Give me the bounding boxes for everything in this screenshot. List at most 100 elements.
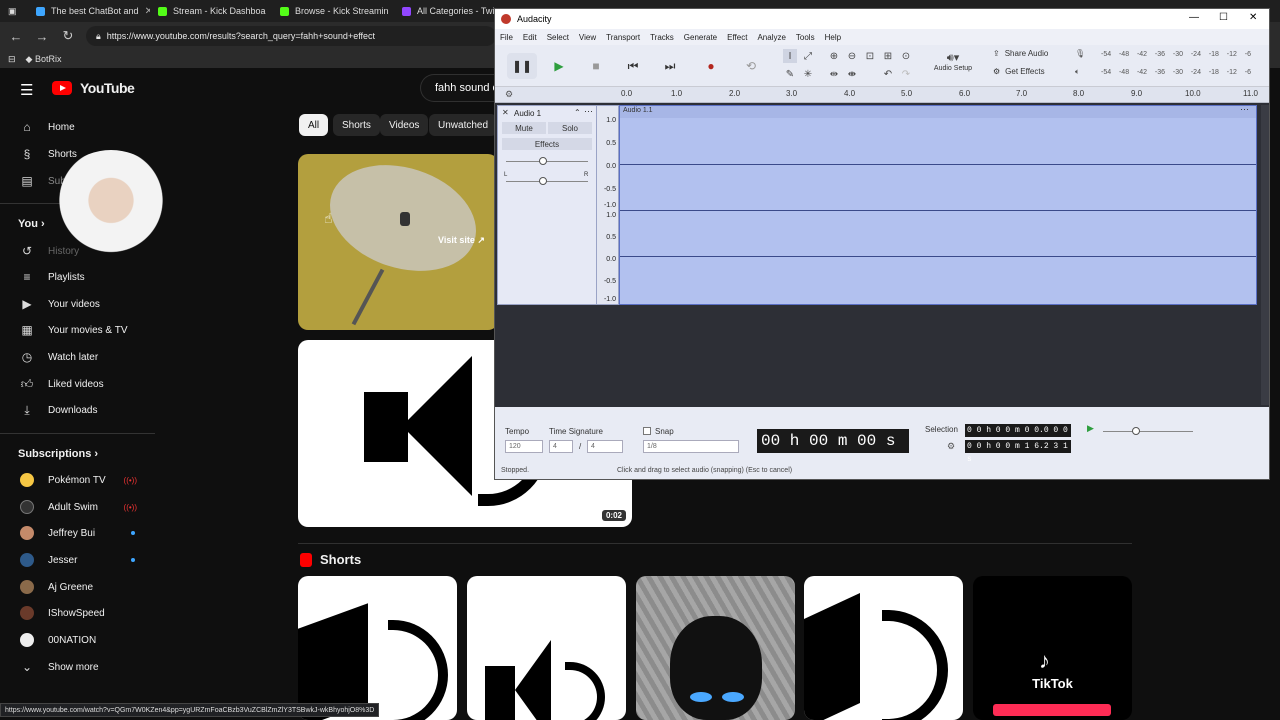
selection-start[interactable]: 0 0 h 0 0 m 0 0.0 0 0 s bbox=[965, 424, 1071, 448]
subscription-item[interactable]: Jeffrey Bui bbox=[0, 520, 155, 546]
minimize-icon[interactable]: — bbox=[1189, 12, 1199, 23]
address-bar[interactable]: 🔒︎ https://www.youtube.com/results?search… bbox=[86, 26, 496, 46]
track-menu-icon[interactable]: ⋯ bbox=[584, 106, 593, 117]
apps-icon[interactable]: ⊟ bbox=[8, 54, 16, 65]
chip-unwatched[interactable]: Unwatched bbox=[429, 114, 498, 136]
browser-tab[interactable]: Stream - Kick Dashboa✕ bbox=[150, 0, 272, 22]
silence-icon[interactable]: ⇼ bbox=[845, 67, 859, 81]
microphone-icon[interactable]: 🎙︎ bbox=[1075, 49, 1085, 58]
multi-tool-icon[interactable]: ✳ bbox=[801, 67, 815, 81]
close-track-icon[interactable]: ✕ bbox=[502, 108, 509, 117]
menu-effect[interactable]: Effect bbox=[727, 33, 747, 42]
browser-tab[interactable]: Browse - Kick Streamin✕ bbox=[272, 0, 394, 22]
timeline-settings-icon[interactable]: ⚙ bbox=[505, 89, 513, 100]
selection-settings-icon[interactable]: ⚙ bbox=[947, 441, 955, 452]
selection-end[interactable]: 0 0 h 0 0 m 1 6.2 3 1 s bbox=[965, 440, 1071, 464]
solo-button[interactable]: Solo bbox=[548, 122, 592, 134]
fit-project-icon[interactable]: ⊞ bbox=[881, 49, 895, 63]
sidebar-item-your-videos[interactable]: ▶ Your videos bbox=[0, 291, 155, 317]
menu-icon[interactable]: ☰ bbox=[20, 81, 33, 99]
subscription-item[interactable]: Adult Swim ((•)) bbox=[0, 494, 155, 520]
search-input[interactable]: fahh sound e bbox=[420, 74, 496, 102]
subscription-item[interactable]: 00NATION bbox=[0, 627, 155, 653]
tempo-field[interactable]: 120 bbox=[505, 440, 543, 453]
vertical-scrollbar[interactable] bbox=[1261, 105, 1269, 405]
menu-view[interactable]: View bbox=[579, 33, 596, 42]
bookmark-item[interactable]: ◆ BotRix bbox=[26, 54, 62, 65]
menu-analyze[interactable]: Analyze bbox=[757, 33, 785, 42]
selection-tool-icon[interactable]: I bbox=[783, 49, 797, 63]
short-card[interactable] bbox=[804, 576, 963, 720]
chip-videos[interactable]: Videos bbox=[380, 114, 429, 136]
trim-icon[interactable]: ⇹ bbox=[827, 67, 841, 81]
sidebar-item-watch-later[interactable]: ◷ Watch later bbox=[0, 344, 155, 370]
gain-slider[interactable] bbox=[539, 157, 547, 165]
play-button[interactable]: ▶ bbox=[544, 53, 574, 79]
loop-button[interactable]: ⟲ bbox=[736, 53, 766, 79]
short-card[interactable] bbox=[467, 576, 626, 720]
get-effects-button[interactable]: ⚙ Get Effects bbox=[993, 67, 1045, 76]
audio-clip[interactable]: Audio 1.1 ⋯ bbox=[619, 104, 1257, 305]
menu-tools[interactable]: Tools bbox=[796, 33, 815, 42]
record-button[interactable]: ● bbox=[696, 53, 726, 79]
menu-edit[interactable]: Edit bbox=[523, 33, 537, 42]
fit-selection-icon[interactable]: ⊡ bbox=[863, 49, 877, 63]
browser-tab[interactable]: All Categories - Twitc bbox=[394, 0, 494, 22]
menu-transport[interactable]: Transport bbox=[606, 33, 640, 42]
zoom-in-icon[interactable]: ⊕ bbox=[827, 49, 841, 63]
menu-select[interactable]: Select bbox=[547, 33, 569, 42]
sidebar-item-home[interactable]: ⌂ Home bbox=[0, 114, 155, 140]
menu-help[interactable]: Help bbox=[825, 33, 841, 42]
zoom-out-icon[interactable]: ⊖ bbox=[845, 49, 859, 63]
tab-actions-icon[interactable]: ▣ bbox=[0, 0, 28, 22]
time-display[interactable]: 00 h 00 m 00 s bbox=[757, 429, 909, 453]
clip-menu-icon[interactable]: ⋯ bbox=[1240, 104, 1249, 115]
subscription-item[interactable]: Pokémon TV ((•)) bbox=[0, 467, 155, 493]
track-name[interactable]: Audio 1 bbox=[514, 109, 541, 118]
visit-site-button[interactable]: Visit site ↗ bbox=[438, 235, 485, 246]
menu-generate[interactable]: Generate bbox=[684, 33, 717, 42]
back-icon[interactable]: ← bbox=[8, 29, 24, 44]
share-audio-button[interactable]: ⇪ Share Audio bbox=[993, 49, 1048, 58]
speaker-meter-icon[interactable]: 🔈︎ bbox=[1075, 67, 1080, 77]
amplitude-scale[interactable]: 1.0 0.5 0.0 -0.5 -1.0 1.0 0.5 0.0 -0.5 -… bbox=[597, 105, 619, 305]
undo-icon[interactable]: ↶ bbox=[881, 67, 895, 81]
mute-button[interactable]: Mute bbox=[502, 122, 546, 134]
maximize-icon[interactable]: ☐ bbox=[1219, 12, 1228, 23]
youtube-logo[interactable]: YouTube bbox=[52, 80, 135, 96]
subscription-item[interactable]: Aj Greene bbox=[0, 574, 155, 600]
skip-end-button[interactable]: ⏭ bbox=[655, 53, 685, 79]
record-meter[interactable]: -54 -48 -42 -36 -30 -24 -18 -12 -6 bbox=[1101, 51, 1251, 58]
clip-header[interactable]: Audio 1.1 ⋯ bbox=[620, 104, 1256, 118]
skip-start-button[interactable]: ⏮ bbox=[618, 53, 648, 79]
draw-tool-icon[interactable]: ✎ bbox=[783, 67, 797, 81]
redo-icon[interactable]: ↷ bbox=[899, 67, 913, 81]
sidebar-item-downloads[interactable]: ⤓ Downloads bbox=[0, 397, 155, 423]
speed-slider[interactable] bbox=[1132, 427, 1140, 435]
time-signature-denominator[interactable]: 4 bbox=[587, 440, 623, 453]
subscriptions-heading[interactable]: Subscriptions › bbox=[18, 448, 98, 460]
short-card[interactable] bbox=[636, 576, 795, 720]
pan-slider[interactable] bbox=[539, 177, 547, 185]
chip-shorts[interactable]: Shorts bbox=[333, 114, 380, 136]
sidebar-item-playlists[interactable]: ≡ Playlists bbox=[0, 264, 155, 290]
timeline-ruler[interactable]: ⚙ 0.0 1.0 2.0 3.0 4.0 5.0 6.0 7.0 8.0 9.… bbox=[495, 87, 1269, 103]
sidebar-item-liked[interactable]: 👍︎ Liked videos bbox=[0, 371, 155, 397]
short-card[interactable]: ♪ TikTok bbox=[973, 576, 1132, 720]
chip-all[interactable]: All bbox=[299, 114, 329, 136]
browser-tab[interactable]: The best ChatBot and ✕ bbox=[28, 0, 150, 22]
audio-setup-button[interactable]: 🔊︎▾ Audio Setup bbox=[929, 51, 977, 72]
menu-file[interactable]: File bbox=[500, 33, 513, 42]
snap-select[interactable]: 1/8 bbox=[643, 440, 739, 453]
menu-tracks[interactable]: Tracks bbox=[650, 33, 674, 42]
time-signature-numerator[interactable]: 4 bbox=[549, 440, 573, 453]
effects-button[interactable]: Effects bbox=[502, 138, 592, 150]
reload-icon[interactable]: ↻ bbox=[60, 28, 76, 44]
show-more-button[interactable]: ⌄ Show more bbox=[0, 654, 155, 680]
collapse-icon[interactable]: ⌃ bbox=[574, 108, 581, 117]
pause-button[interactable]: ❚❚ bbox=[507, 53, 537, 79]
sidebar-item-movies[interactable]: ▦ Your movies & TV bbox=[0, 317, 155, 343]
forward-icon[interactable]: → bbox=[34, 29, 50, 44]
close-icon[interactable]: ✕ bbox=[1249, 12, 1257, 23]
envelope-tool-icon[interactable]: ⤢ bbox=[801, 49, 815, 63]
